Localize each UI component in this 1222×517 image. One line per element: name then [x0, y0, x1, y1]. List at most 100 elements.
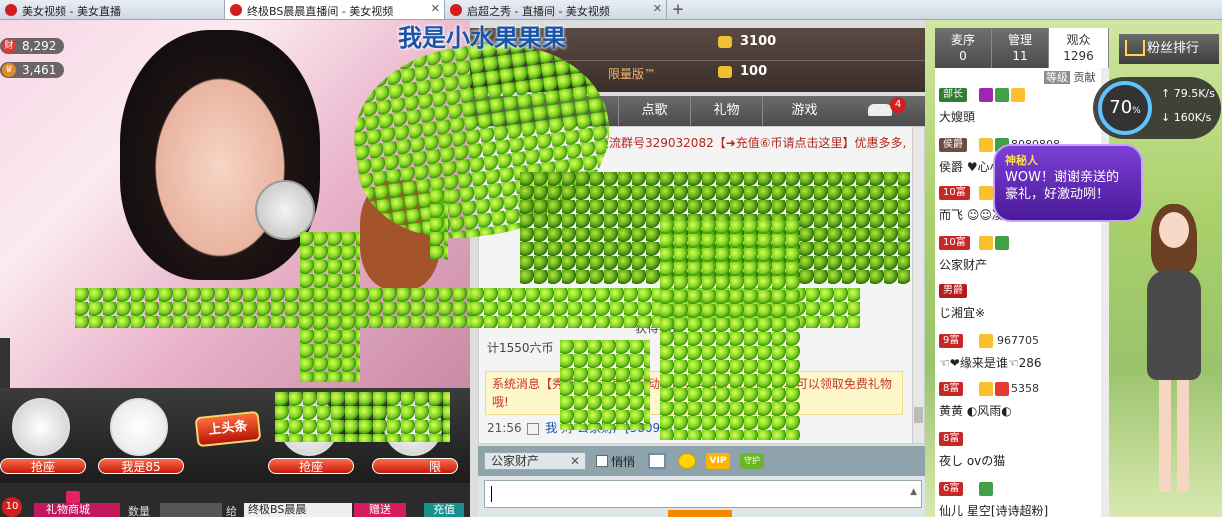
k-badge-icon — [995, 88, 1009, 102]
whisper-label: 悄悄 — [611, 455, 636, 469]
rank-badge: 10富 — [939, 236, 970, 250]
quantity-input[interactable] — [160, 503, 222, 517]
rank-badge: 8富 — [939, 432, 964, 446]
v-badge-icon — [979, 236, 993, 250]
sender-name[interactable]: 我 — [545, 421, 557, 435]
recipient-value: 公家财产 — [491, 454, 540, 468]
rank-badge: 部长 — [939, 88, 967, 102]
network-speed-widget[interactable]: 70% ↑ 79.5K/s ↓ 160K/s — [1093, 77, 1221, 139]
character-legs — [1159, 380, 1189, 492]
download-speed: ↓ 160K/s — [1161, 111, 1212, 124]
star-badge-icon — [995, 382, 1009, 396]
send-message-button[interactable] — [668, 510, 732, 517]
tab-admins[interactable]: 管理 11 — [992, 28, 1049, 68]
character-head — [1159, 212, 1189, 248]
chevron-up-icon[interactable]: ▲ — [910, 487, 917, 497]
user-name[interactable]: 仙儿 星空[诗诗超粉] — [939, 502, 1048, 517]
edition-label: 限量版™ — [608, 67, 657, 81]
list-item[interactable]: 6富 仙儿 星空[诗诗超粉] — [939, 480, 1107, 517]
chat-recipient-select[interactable]: 公家财产 ✕ — [484, 452, 586, 470]
list-item[interactable]: 8富 夜し ovの猫 — [939, 430, 1107, 474]
site-favicon-icon — [450, 4, 462, 16]
chat-input[interactable] — [484, 480, 922, 508]
crown-icon: ♛ — [2, 63, 16, 77]
browser-tab-3[interactable]: 启超之秀 - 直播间 - 美女视频 ✕ — [445, 0, 667, 19]
tab-mic-queue[interactable]: 麦序 0 — [935, 28, 992, 68]
car-icon[interactable] — [868, 104, 892, 116]
whisper-checkbox[interactable] — [596, 455, 608, 467]
browser-tab-2[interactable]: 终极BS晨晨直播间 - 美女视频 ✕ — [225, 0, 445, 19]
user-name[interactable]: 大嫂頭 — [939, 108, 975, 125]
site-favicon-icon — [5, 4, 17, 16]
level-tag: 等级 — [1044, 71, 1070, 84]
guard-icon[interactable]: 守护 — [740, 453, 764, 469]
wealth-icon: 财 — [2, 39, 16, 53]
tab-label: 终极BS晨晨直播间 - 美女视频 — [247, 5, 394, 18]
coin-balance-bottom: 100 — [740, 64, 768, 79]
user-name[interactable]: ☜❤缘来是谁☜286 — [939, 354, 1041, 371]
send-gift-button[interactable]: 赠送 — [354, 503, 406, 517]
browser-tab-1[interactable]: 美女视频 - 美女直播 — [0, 0, 225, 19]
message-icon — [527, 422, 540, 435]
list-item[interactable]: 10富 公家财产 — [939, 234, 1107, 278]
user-name[interactable]: じ湘宜※ — [939, 304, 985, 321]
seat-label[interactable]: 限 — [372, 458, 458, 474]
chat-notice[interactable]: 交流群号329032082【➜充值⑥币请点击这里】优惠多多, — [597, 134, 906, 151]
vip-icon[interactable]: VIP — [706, 453, 730, 469]
user-name[interactable]: 公家财产 — [939, 256, 987, 273]
close-tab-icon[interactable]: ✕ — [431, 2, 440, 15]
chat-scrollbar[interactable] — [912, 127, 924, 443]
user-avatar — [110, 398, 168, 456]
tab-song-request[interactable]: 点歌 — [618, 96, 690, 126]
grab-seat-button[interactable]: 抢座 — [268, 458, 354, 474]
rank-badge: 10富 — [939, 186, 970, 200]
emoji-icon[interactable] — [678, 453, 696, 469]
like-count-badge: ♛ 3,461 — [0, 62, 65, 78]
contribution-label: 贡献 — [1073, 71, 1096, 84]
viewer-count-badge: 财 8,292 — [0, 38, 65, 54]
gift-store-button[interactable]: 礼物商城 — [34, 503, 120, 517]
rank-badge: 侯爵 — [939, 138, 967, 152]
speed-percent: 70 — [1109, 97, 1133, 118]
list-item[interactable]: 9富 967705 ☜❤缘来是谁☜286 — [939, 332, 1107, 376]
contribution-header[interactable]: 等级 贡献 — [1044, 69, 1096, 85]
list-item[interactable]: 8富 5358 黄黄 ◐风雨◐ — [939, 380, 1107, 424]
upload-speed: ↑ 79.5K/s — [1161, 87, 1215, 100]
close-tab-icon[interactable]: ✕ — [653, 2, 662, 15]
image-icon[interactable] — [648, 453, 666, 469]
tab-label: 启超之秀 - 直播间 - 美女视频 — [467, 5, 610, 18]
car-count-badge: 4 — [890, 97, 906, 113]
rank-badge: 6富 — [939, 482, 964, 496]
seat-2[interactable]: 我是85 — [98, 396, 184, 476]
tab-label: 观众 — [1066, 33, 1091, 47]
gift-recipient-select[interactable]: 终极BS晨晨 — [244, 503, 352, 517]
tab-audience[interactable]: 观众 1296 — [1049, 28, 1109, 68]
gift-bar: 10 礼物商城 数量 给 终极BS晨晨 赠送 充值 — [0, 483, 470, 517]
list-item[interactable]: 部长 大嫂頭 — [939, 86, 1107, 130]
chat-input-area: ▲ — [478, 476, 925, 517]
download-speed-value: 160K/s — [1173, 111, 1212, 124]
seat-1[interactable]: 抢座 — [0, 396, 86, 476]
tab-gifts[interactable]: 礼物 — [690, 96, 762, 126]
speech-bubble: 神秘人 WOW！谢谢亲送的豪礼，好激动咧！ — [993, 144, 1143, 222]
seat-user-name: 我是85 — [98, 458, 184, 474]
scroll-thumb[interactable] — [914, 407, 923, 423]
list-item[interactable]: 男爵 じ湘宜※ — [939, 282, 1107, 326]
text-cursor — [491, 486, 492, 502]
headline-button[interactable]: 上头条 — [194, 410, 262, 448]
tab-games[interactable]: 游戏 — [762, 96, 846, 126]
chat-toolbar: 公家财产 ✕ 悄悄 VIP 守护 — [478, 446, 925, 476]
user-tabs: 麦序 0 管理 11 观众 1296 — [935, 28, 1109, 68]
new-tab-button[interactable]: + — [668, 0, 688, 19]
grab-seat-button[interactable]: 抢座 — [0, 458, 86, 474]
video-side-controls[interactable] — [0, 338, 10, 388]
clear-recipient-icon[interactable]: ✕ — [570, 453, 580, 469]
user-name[interactable]: 夜し ovの猫 — [939, 452, 1005, 469]
tab-label: 麦序 — [950, 33, 975, 47]
user-name[interactable]: 黄黄 ◐风雨◐ — [939, 402, 1012, 419]
message-time: 21:56 — [487, 421, 522, 435]
recharge-button[interactable]: 充值 — [424, 503, 464, 517]
give-to-label: 给 — [226, 505, 237, 517]
chat-message-fragment: 计1550六币 — [487, 341, 554, 355]
audience-scrollbar[interactable] — [1101, 68, 1109, 517]
